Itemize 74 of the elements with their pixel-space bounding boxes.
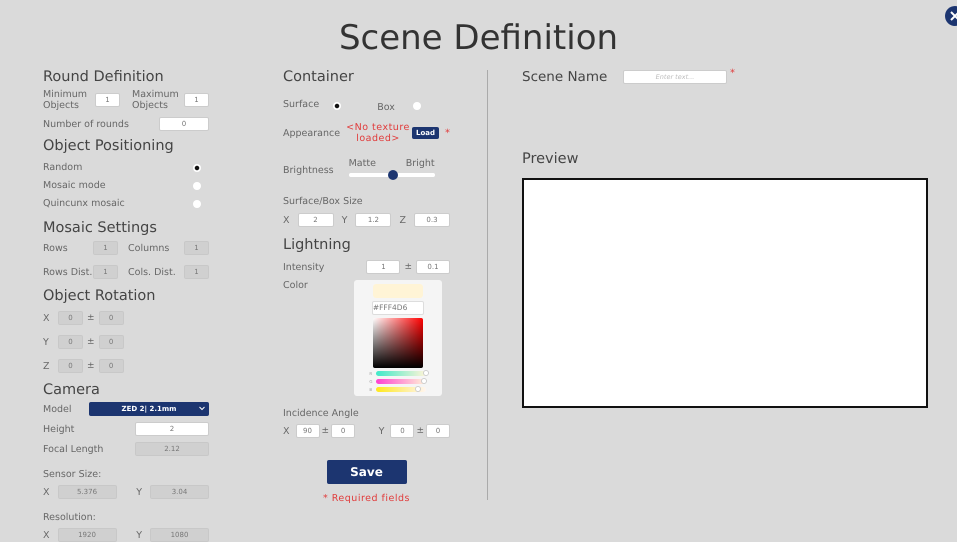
section-heading: Lightning <box>283 236 352 254</box>
saturation-area[interactable] <box>372 318 423 368</box>
field-label: X <box>43 486 50 498</box>
field-label: X <box>43 530 50 540</box>
color-swatch <box>372 284 423 298</box>
radio-button[interactable] <box>333 102 342 110</box>
field-label: Focal Length <box>43 444 104 454</box>
field-label: Y <box>378 426 384 436</box>
field-label: X <box>283 214 290 226</box>
plus-minus-sign: ± <box>87 337 95 347</box>
field-label: X <box>43 312 51 324</box>
plus-minus-sign: ± <box>416 426 424 436</box>
field-label: Mosaic mode <box>43 180 106 191</box>
field-label: Y <box>136 530 142 540</box>
brightness-slider[interactable] <box>348 173 435 177</box>
chevron-down-icon <box>199 406 205 411</box>
channel-slider[interactable] <box>376 379 426 384</box>
field-label: Color <box>283 280 308 293</box>
plus-minus-sign: ± <box>87 361 95 371</box>
field-label: Height <box>43 424 74 434</box>
field-label: Rows Dist. <box>43 266 93 278</box>
field-label: Scene Name <box>522 68 608 86</box>
field-label: Surface <box>283 99 320 110</box>
section-heading: Object Rotation <box>43 287 156 305</box>
field-label: Number of rounds <box>43 118 129 130</box>
field-label: Z <box>399 214 406 226</box>
field-label: Surface/Box Size <box>283 196 363 207</box>
required-note: * Required fields <box>322 493 410 504</box>
plus-minus-sign: ± <box>322 426 330 436</box>
section-heading: Object Positioning <box>43 137 175 155</box>
field-label: Box <box>377 102 395 113</box>
slider-thumb[interactable] <box>423 370 430 376</box>
field-label: Y <box>342 214 348 226</box>
field-label: Bright <box>406 158 435 169</box>
field-label: Y <box>136 486 142 498</box>
field-label: Matte <box>348 158 376 169</box>
section-heading: Preview <box>522 150 580 168</box>
field-label: Random <box>43 162 82 173</box>
section-heading: Mosaic Settings <box>43 219 158 237</box>
field-label: Cols. Dist. <box>128 266 177 278</box>
field-label: Model <box>43 404 72 414</box>
radio-button[interactable] <box>193 164 201 172</box>
channel-slider[interactable] <box>376 371 426 376</box>
slider-thumb[interactable] <box>388 170 398 180</box>
field-label: Brightness <box>283 165 334 176</box>
section-heading: Camera <box>43 381 101 399</box>
field-label: Incidence Angle <box>283 408 359 419</box>
page-title: Scene Definition <box>338 18 618 58</box>
radio-button[interactable] <box>412 102 421 110</box>
field-label: Rows <box>43 242 69 254</box>
save-button[interactable]: Save <box>326 460 406 484</box>
channel-slider[interactable] <box>376 387 426 392</box>
section-heading: Round Definition <box>43 68 165 86</box>
field-label: Maximum Objects <box>132 89 178 111</box>
texture-status: <No texture loaded> <box>346 122 410 144</box>
section-heading: Container <box>283 68 355 86</box>
field-label: Quincunx mosaic <box>43 198 125 209</box>
field-label: Resolution: <box>43 512 96 523</box>
required-mark: * <box>445 128 450 138</box>
field-label: Appearance <box>283 128 340 138</box>
plus-minus-sign: ± <box>87 313 95 323</box>
field-label: Y <box>43 336 50 348</box>
slider-thumb[interactable] <box>415 386 422 392</box>
radio-button[interactable] <box>193 182 201 190</box>
field-label: Minimum Objects <box>43 89 88 111</box>
slider-thumb[interactable] <box>421 378 428 384</box>
radio-button[interactable] <box>193 200 201 208</box>
field-label: Columns <box>128 242 170 254</box>
field-label: Intensity <box>283 262 324 272</box>
field-label: Z <box>43 360 51 372</box>
required-mark: * <box>730 68 735 79</box>
field-label: X <box>283 426 290 436</box>
field-label: Sensor Size: <box>43 469 102 480</box>
plus-minus-sign: ± <box>404 262 412 272</box>
